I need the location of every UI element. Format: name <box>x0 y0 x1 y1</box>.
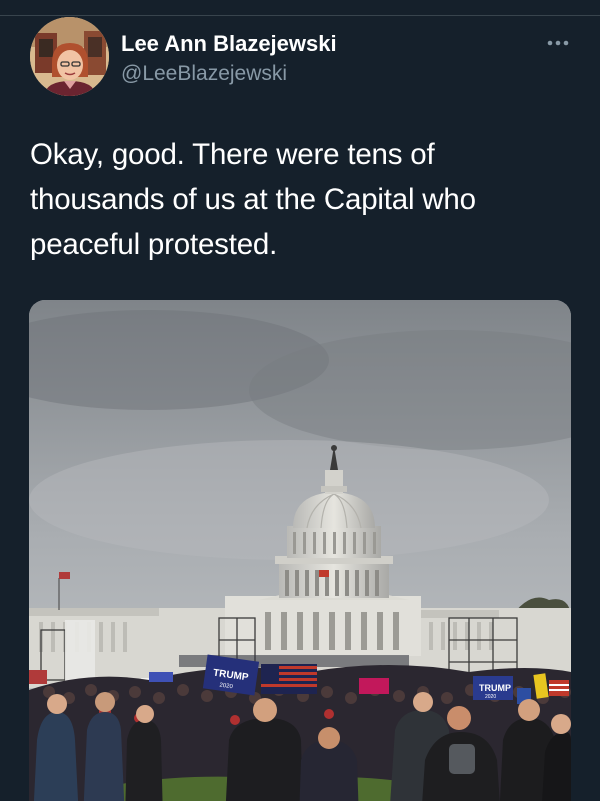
author-handle[interactable]: @LeeBlazejewski <box>121 60 287 88</box>
tweet-card: Lee Ann Blazejewski @LeeBlazejewski Okay… <box>0 0 600 801</box>
banner-trump-2: TRUMP <box>479 683 511 693</box>
more-horizontal-icon <box>547 40 569 46</box>
photo-capitol-crowd: TRUMP 2020 TRUMP 2020 <box>29 300 571 801</box>
avatar-image <box>30 17 109 96</box>
divider <box>0 15 600 16</box>
avatar[interactable] <box>30 17 109 96</box>
tweet-text: Okay, good. There were tens of thousands… <box>30 138 476 261</box>
tweet-media-photo[interactable]: TRUMP 2020 TRUMP 2020 <box>29 300 571 801</box>
more-options-button[interactable] <box>540 30 576 56</box>
banner-year-2: 2020 <box>485 694 496 700</box>
author-display-name[interactable]: Lee Ann Blazejewski <box>121 30 337 58</box>
